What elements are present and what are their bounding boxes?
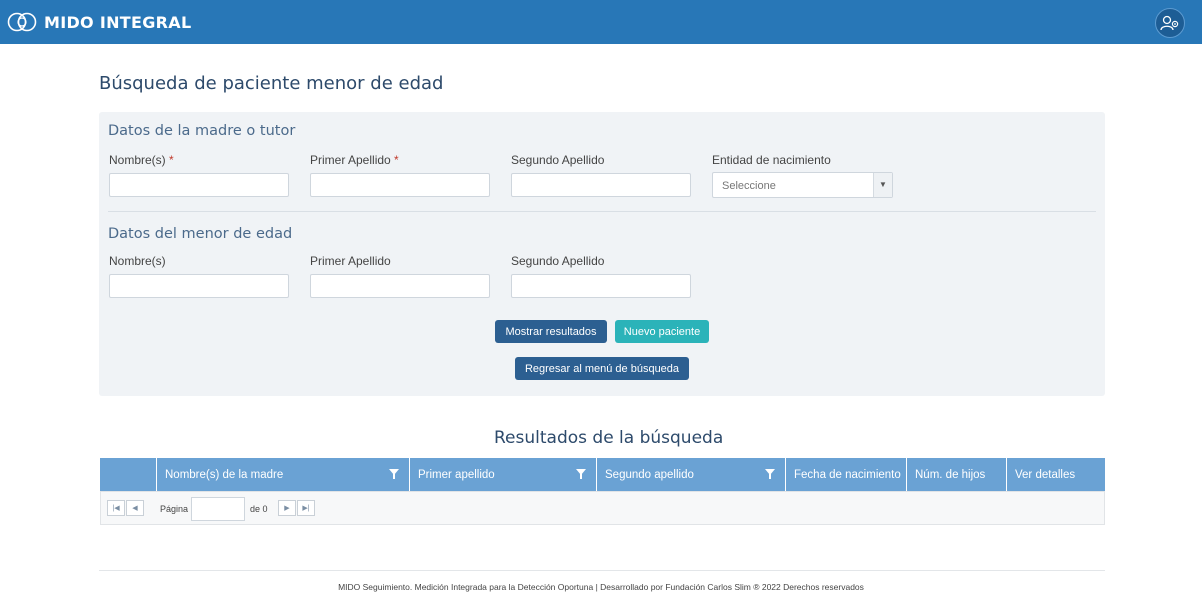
pager-of-label: de 0: [250, 504, 268, 514]
user-menu-button[interactable]: [1155, 8, 1185, 38]
footer-text: MIDO Seguimiento. Medición Integrada par…: [338, 582, 864, 592]
mother-primer-apellido-label: Primer Apellido *: [310, 153, 399, 167]
grid-header-primer-apellido[interactable]: Primer apellido: [409, 458, 596, 491]
child-section-title: Datos del menor de edad: [108, 226, 293, 242]
required-mark: *: [169, 153, 174, 167]
last-page-icon[interactable]: ▶|: [297, 500, 315, 516]
results-title: Resultados de la búsqueda: [494, 428, 724, 448]
mostrar-resultados-button[interactable]: Mostrar resultados: [495, 320, 607, 343]
footer-divider: [99, 570, 1105, 571]
top-navbar: MIDO INTEGRAL: [0, 0, 1202, 44]
child-segundo-apellido-input[interactable]: [511, 274, 691, 298]
grid-header-num-hijos[interactable]: Núm. de hijos: [906, 458, 1006, 491]
regresar-menu-button[interactable]: Regresar al menú de búsqueda: [515, 357, 689, 380]
section-divider: [108, 211, 1096, 212]
child-primer-apellido-input[interactable]: [310, 274, 490, 298]
grid-header-primer-apellido-label: Primer apellido: [418, 468, 495, 481]
mother-nombre-label-text: Nombre(s): [109, 153, 166, 167]
user-settings-icon: [1160, 15, 1179, 31]
grid-header-nombre-madre[interactable]: Nombre(s) de la madre: [156, 458, 409, 491]
mother-primer-apellido-label-text: Primer Apellido: [310, 153, 391, 167]
page-title: Búsqueda de paciente menor de edad: [99, 73, 444, 94]
child-nombre-label: Nombre(s): [109, 254, 166, 268]
grid-header-segundo-apellido[interactable]: Segundo apellido: [596, 458, 785, 491]
logo-icon: [7, 12, 37, 32]
pager-page-label: Página: [160, 504, 189, 514]
child-segundo-apellido-label: Segundo Apellido: [511, 254, 605, 268]
mother-nombre-label: Nombre(s) *: [109, 153, 174, 167]
child-nombre-input[interactable]: [109, 274, 289, 298]
entidad-select[interactable]: Seleccione ▼: [712, 172, 893, 198]
filter-icon[interactable]: [576, 469, 586, 479]
filter-icon[interactable]: [765, 469, 775, 479]
app-logo[interactable]: MIDO INTEGRAL: [6, 9, 191, 35]
filter-icon[interactable]: [389, 469, 399, 479]
nuevo-paciente-button[interactable]: Nuevo paciente: [615, 320, 709, 343]
next-page-icon[interactable]: ▶: [278, 500, 296, 516]
mother-primer-apellido-input[interactable]: [310, 173, 490, 197]
first-page-icon[interactable]: |◀: [107, 500, 125, 516]
grid-pager: |◀ ◀ Página de 0 ▶ ▶|: [100, 491, 1105, 525]
grid-header-segundo-apellido-label: Segundo apellido: [605, 468, 694, 481]
grid-header-fecha-nacimiento[interactable]: Fecha de nacimiento: [785, 458, 906, 491]
entidad-select-value: Seleccione: [722, 180, 776, 192]
page-number-input[interactable]: [191, 497, 245, 521]
grid-header-nombre-madre-label: Nombre(s) de la madre: [165, 468, 284, 481]
mother-segundo-apellido-input[interactable]: [511, 173, 691, 197]
grid-header-ver-detalles[interactable]: Ver detalles: [1006, 458, 1094, 491]
mother-nombre-input[interactable]: [109, 173, 289, 197]
mother-section-title: Datos de la madre o tutor: [108, 123, 296, 139]
app-title: MIDO INTEGRAL: [44, 12, 192, 32]
required-mark: *: [394, 153, 399, 167]
child-primer-apellido-label: Primer Apellido: [310, 254, 391, 268]
prev-page-icon[interactable]: ◀: [126, 500, 144, 516]
dropdown-arrow-icon: ▼: [873, 173, 892, 197]
mother-segundo-apellido-label: Segundo Apellido: [511, 153, 605, 167]
grid-header-select-col: [100, 458, 156, 491]
entidad-label: Entidad de nacimiento: [712, 153, 831, 167]
results-grid-header: Nombre(s) de la madre Primer apellido Se…: [100, 458, 1105, 491]
